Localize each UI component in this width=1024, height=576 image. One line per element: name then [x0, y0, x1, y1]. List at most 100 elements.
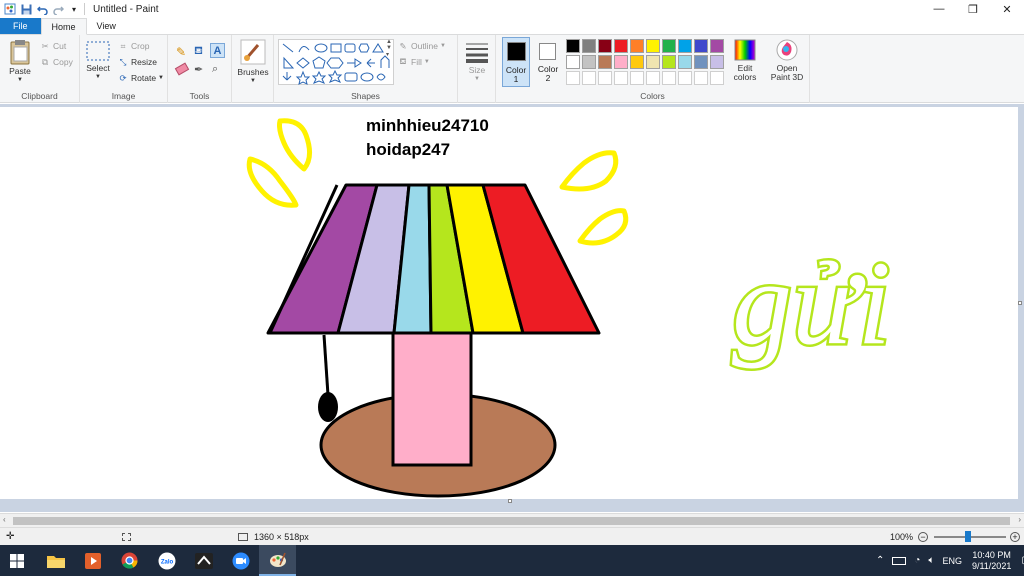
- network-icon[interactable]: ◔: [914, 555, 920, 566]
- color-wheel-icon: [734, 39, 756, 61]
- brush-icon: [240, 39, 266, 65]
- palette-custom-slot[interactable]: [646, 71, 660, 85]
- palette-color-swatch[interactable]: [710, 55, 724, 69]
- close-button[interactable]: ✕: [990, 0, 1024, 18]
- spark-right-1: [559, 150, 619, 192]
- palette-color-swatch[interactable]: [678, 39, 692, 53]
- palette-color-swatch[interactable]: [598, 55, 612, 69]
- cursor-position-icon: ✛: [6, 531, 15, 542]
- show-hidden-icons-icon[interactable]: ⌃: [876, 555, 884, 566]
- palette-color-swatch[interactable]: [710, 39, 724, 53]
- resize-icon: ⤡: [119, 56, 127, 67]
- palette-custom-slot[interactable]: [614, 71, 628, 85]
- scroll-right-icon[interactable]: ›: [1018, 515, 1021, 524]
- tab-view[interactable]: View: [87, 18, 126, 34]
- palette-color-swatch[interactable]: [646, 55, 660, 69]
- fill-bucket-icon[interactable]: ⛾: [194, 45, 203, 59]
- palette-custom-slot[interactable]: [630, 71, 644, 85]
- horizontal-scrollbar[interactable]: ‹ ›: [0, 513, 1024, 527]
- palette-color-swatch[interactable]: [566, 55, 580, 69]
- palette-color-swatch[interactable]: [630, 55, 644, 69]
- size-button[interactable]: Size ▼: [461, 41, 493, 84]
- drawing-canvas[interactable]: minhhieu24710 hoidap247 gửi: [0, 107, 1022, 503]
- paste-button[interactable]: Paste ▼: [6, 39, 34, 85]
- edit-colors-button[interactable]: Edit colors: [730, 39, 760, 82]
- palette-custom-slot[interactable]: [598, 71, 612, 85]
- clock[interactable]: 10:40 PM 9/11/2021: [972, 550, 1011, 572]
- cut-button[interactable]: ✂ Cut: [40, 41, 66, 52]
- palette-custom-slot[interactable]: [710, 71, 724, 85]
- palette-color-swatch[interactable]: [694, 39, 708, 53]
- taskbar-app-dark[interactable]: [185, 545, 222, 576]
- canvas-resize-handle-right[interactable]: [1018, 301, 1022, 305]
- redo-icon[interactable]: [52, 3, 64, 15]
- palette-custom-slot[interactable]: [694, 71, 708, 85]
- taskbar-file-explorer[interactable]: [37, 545, 74, 576]
- language-indicator[interactable]: ENG: [942, 556, 962, 566]
- scroll-left-icon[interactable]: ‹: [3, 515, 6, 524]
- start-button[interactable]: [0, 545, 34, 576]
- palette-color-swatch[interactable]: [566, 39, 580, 53]
- canvas-resize-handle-bottom[interactable]: [508, 499, 512, 503]
- open-paint3d-label: Open Paint 3D: [770, 63, 804, 82]
- palette-custom-slot[interactable]: [662, 71, 676, 85]
- palette-color-swatch[interactable]: [614, 39, 628, 53]
- magnifier-icon[interactable]: ⌕: [212, 63, 218, 76]
- tab-home[interactable]: Home: [40, 18, 87, 35]
- pencil-icon[interactable]: ✎: [176, 45, 186, 59]
- palette-color-swatch[interactable]: [582, 55, 596, 69]
- color1-button[interactable]: Color 1: [502, 37, 530, 87]
- text-tool-icon[interactable]: A: [210, 43, 225, 58]
- palette-color-swatch[interactable]: [678, 55, 692, 69]
- shapes-scroll-icon[interactable]: ▲ ▼ ▾: [386, 39, 392, 58]
- taskbar-chrome[interactable]: [111, 545, 148, 576]
- taskbar: Zalo ⌃ ◔ 🔈︎ ENG 10:40 PM 9/11/2021 ▢: [0, 545, 1024, 576]
- clipboard-group-label: Clipboard: [21, 91, 58, 101]
- select-button[interactable]: Select ▼: [84, 41, 112, 82]
- undo-icon[interactable]: [36, 3, 48, 15]
- taskbar-media-player[interactable]: [74, 545, 111, 576]
- palette-color-swatch[interactable]: [646, 39, 660, 53]
- save-icon[interactable]: [20, 3, 32, 15]
- crop-button[interactable]: ⌗ Crop: [118, 41, 150, 52]
- palette-color-swatch[interactable]: [694, 55, 708, 69]
- battery-icon[interactable]: [892, 556, 907, 565]
- zoom-slider-thumb[interactable]: [965, 531, 971, 542]
- open-paint3d-button[interactable]: Open Paint 3D: [766, 39, 808, 82]
- taskbar-paint[interactable]: [259, 545, 296, 576]
- copy-button[interactable]: ⧉ Copy: [40, 57, 73, 68]
- spark-left-1: [277, 118, 312, 172]
- zoom-in-button[interactable]: +: [1010, 531, 1020, 542]
- shapes-gallery[interactable]: [278, 39, 394, 85]
- pull-cord-knob: [318, 392, 338, 422]
- palette-color-swatch[interactable]: [662, 39, 676, 53]
- taskbar-zalo[interactable]: Zalo: [148, 545, 185, 576]
- palette-color-swatch[interactable]: [598, 39, 612, 53]
- outline-button[interactable]: ✎ Outline ▼: [398, 41, 445, 52]
- volume-icon[interactable]: 🔈︎: [928, 555, 934, 566]
- palette-custom-slot[interactable]: [678, 71, 692, 85]
- fill-button[interactable]: ⛾ Fill ▼: [398, 56, 430, 67]
- restore-button[interactable]: ❐: [956, 0, 990, 18]
- palette-color-swatch[interactable]: [582, 39, 596, 53]
- paint-app-icon[interactable]: [4, 3, 16, 15]
- color2-button[interactable]: Color 2: [534, 37, 562, 87]
- brushes-button[interactable]: Brushes ▼: [235, 39, 271, 86]
- rotate-button[interactable]: ⟳ Rotate ▼: [118, 73, 164, 84]
- palette-custom-slot[interactable]: [582, 71, 596, 85]
- customize-quick-access-icon[interactable]: ▾: [68, 3, 80, 15]
- fill-label: Fill: [411, 57, 422, 67]
- shapes-group: ▲ ▼ ▾ ✎ Outline ▼ ⛾ Fill ▼ Shapes: [274, 35, 458, 103]
- palette-color-swatch[interactable]: [630, 39, 644, 53]
- zoom-out-button[interactable]: −: [918, 531, 928, 542]
- palette-custom-slot[interactable]: [566, 71, 580, 85]
- scrollbar-thumb[interactable]: [13, 517, 1010, 525]
- eraser-icon[interactable]: [174, 62, 190, 76]
- resize-button[interactable]: ⤡ Resize: [118, 56, 157, 68]
- taskbar-zoom[interactable]: [222, 545, 259, 576]
- color-picker-icon[interactable]: ✒: [194, 63, 203, 76]
- palette-color-swatch[interactable]: [614, 55, 628, 69]
- palette-color-swatch[interactable]: [662, 55, 676, 69]
- tab-file[interactable]: File: [0, 18, 41, 34]
- minimize-button[interactable]: —: [922, 0, 956, 18]
